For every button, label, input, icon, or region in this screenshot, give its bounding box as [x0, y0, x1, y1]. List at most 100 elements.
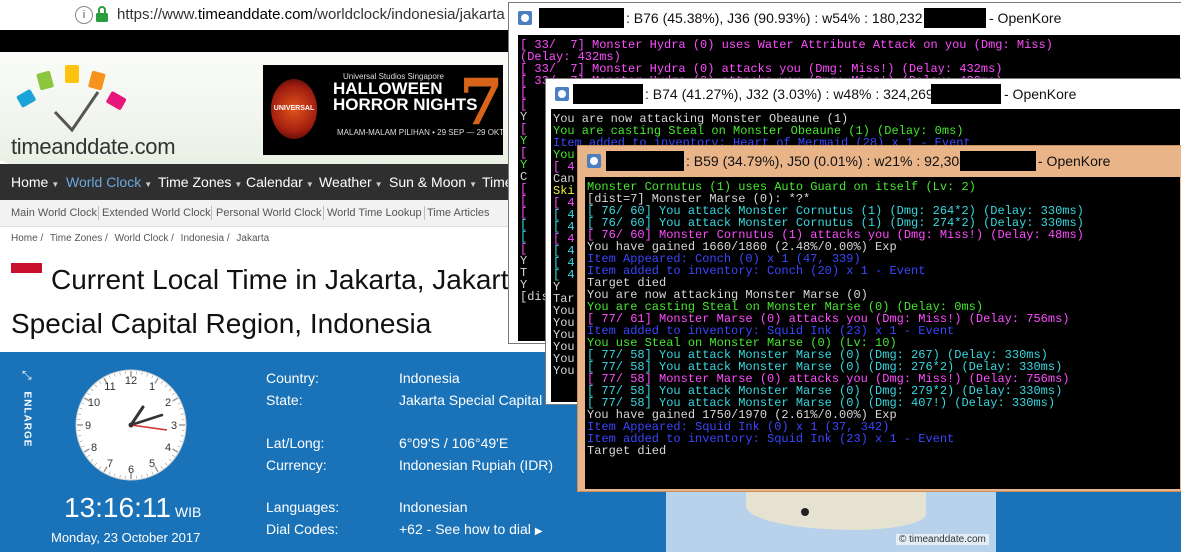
window-title-app: - OpenKore: [1004, 86, 1077, 102]
clock-number: 2: [165, 397, 171, 409]
latlong-value: 6°09'S / 106°49'E: [399, 435, 509, 451]
subnav-personal-world-clock[interactable]: Personal World Clock: [216, 200, 322, 226]
window-title-stats: : B74 (41.27%), J32 (3.03%) : w48% : 324…: [645, 86, 934, 102]
breadcrumb: Home / Time Zones / World Clock / Indone…: [11, 233, 273, 244]
caret-down-icon: ▼: [374, 180, 383, 189]
country-label: Country:: [266, 370, 319, 386]
clock-number: 7: [107, 458, 113, 470]
clock-number: 10: [88, 397, 100, 409]
info-icon[interactable]: i: [75, 6, 93, 24]
dial-codes-link[interactable]: +62 - See how to dial ▶: [399, 521, 543, 537]
subnav-main-world-clock[interactable]: Main World Clock: [11, 200, 97, 226]
console-output[interactable]: Monster Cornutus (1) uses Auto Guard on …: [585, 177, 1180, 489]
latlong-label: Lat/Long:: [266, 435, 325, 451]
banner-number: 7: [459, 65, 503, 140]
clock-number: 1: [149, 381, 155, 393]
sub-nav: Main World Clock Extended World Clock Pe…: [0, 200, 520, 227]
divider: [424, 206, 425, 220]
window-titlebar[interactable]: : B74 (41.27%), J32 (3.03%) : w48% : 324…: [546, 79, 1181, 109]
url-text[interactable]: https://www.timeanddate.com/worldclock/i…: [117, 6, 505, 23]
divider: [323, 206, 324, 220]
dial-codes-label: Dial Codes:: [266, 521, 339, 537]
languages-value: Indonesian: [399, 499, 468, 515]
current-date: Monday, 23 October 2017: [51, 530, 201, 545]
state-value: Jakarta Special Capital: [399, 392, 543, 408]
clock-number: 12: [125, 375, 137, 387]
breadcrumb-home[interactable]: Home /: [11, 233, 43, 244]
clock-number: 8: [91, 442, 97, 454]
divider: [211, 206, 212, 220]
caret-down-icon: ▼: [469, 180, 477, 189]
divider: [98, 206, 99, 220]
app-icon: [555, 87, 569, 101]
app-icon: [587, 154, 601, 168]
nav-weather[interactable]: Weather ▼: [319, 164, 383, 200]
top-strip: [0, 30, 520, 52]
panel-notch: [27, 352, 47, 354]
enlarge-label: ENLARGE: [21, 391, 33, 448]
redacted-name: [924, 8, 986, 28]
window-title-app: - OpenKore: [989, 10, 1062, 26]
openkore-window-3[interactable]: : B59 (34.79%), J50 (0.01%) : w21% : 92,…: [577, 145, 1181, 492]
window-titlebar[interactable]: : B59 (34.79%), J50 (0.01%) : w21% : 92,…: [578, 146, 1181, 176]
main-nav: Home ▼ World Clock ▼ Time Zones ▼ Calendar ▼…: [0, 164, 520, 200]
ad-banner[interactable]: UNIVERSAL STUDIOS Universal Studios Sing…: [263, 65, 503, 155]
redacted-name: [573, 84, 643, 104]
breadcrumb-time-zones[interactable]: Time Zones /: [50, 233, 108, 244]
clock-number: 9: [85, 420, 91, 432]
redacted-name: [960, 151, 1036, 171]
timezone-label: WIB: [174, 504, 202, 520]
currency-label: Currency:: [266, 457, 327, 473]
redacted-name: [606, 151, 684, 171]
clock-center: [128, 422, 134, 428]
breadcrumb-world-clock[interactable]: World Clock /: [115, 233, 174, 244]
nav-home[interactable]: Home ▼: [11, 164, 59, 200]
breadcrumb-jakarta: Jakarta: [236, 233, 270, 244]
clock-number: 6: [128, 464, 134, 476]
site-logo-text[interactable]: timeanddate.com: [11, 134, 176, 160]
app-icon: [518, 11, 532, 25]
clock-number: 3: [171, 420, 177, 432]
address-bar[interactable]: i https://www.timeanddate.com/worldclock…: [0, 0, 520, 31]
map-pin-icon: [801, 508, 809, 516]
enlarge-button[interactable]: ⤡ ENLARGE: [18, 368, 38, 458]
lock-icon: [96, 6, 108, 22]
caret-down-icon: ▼: [51, 180, 60, 189]
window-titlebar[interactable]: : B76 (45.38%), J36 (90.93%) : w54% : 18…: [509, 3, 1181, 33]
window-title-stats: : B76 (45.38%), J36 (90.93%) : w54% : 18…: [626, 10, 923, 26]
state-label: State:: [266, 392, 303, 408]
clock-number: 5: [149, 458, 155, 470]
redacted-name: [931, 84, 1001, 104]
map-credit: © timeanddate.com: [896, 534, 989, 545]
nav-calendar[interactable]: Calendar ▼: [246, 164, 314, 200]
window-title-app: - OpenKore: [1038, 153, 1111, 169]
map-land: [746, 490, 926, 530]
analog-clock: 12 1 2 3 4 5 6 7 8 9 10 11: [75, 369, 187, 481]
subnav-time-articles[interactable]: Time Articles: [427, 200, 490, 226]
window-title-stats: : B59 (34.79%), J50 (0.01%) : w21% : 92,…: [686, 153, 967, 169]
languages-label: Languages:: [266, 499, 340, 515]
clock-number: 4: [165, 442, 171, 454]
caret-down-icon: ▼: [234, 180, 243, 189]
subnav-extended-world-clock[interactable]: Extended World Clock: [102, 200, 211, 226]
location-map[interactable]: © timeanddate.com: [666, 490, 996, 552]
redacted-name: [539, 8, 624, 28]
breadcrumb-indonesia[interactable]: Indonesia /: [181, 233, 230, 244]
timeanddate-logo-icon[interactable]: [10, 62, 135, 137]
console-line: Target died: [587, 444, 667, 458]
console-line: You: [553, 364, 575, 378]
hhn-badge: UNIVERSAL STUDIOS: [271, 79, 317, 139]
caret-down-icon: ▼: [144, 180, 153, 189]
country-value: Indonesia: [399, 370, 460, 386]
banner-line2: HALLOWEEN HORROR NIGHTS: [333, 79, 478, 114]
clock-number: 11: [104, 381, 115, 393]
nav-time-zones[interactable]: Time Zones ▼: [158, 164, 242, 200]
expand-icon: ⤡: [22, 368, 32, 382]
currency-value: Indonesian Rupiah (IDR): [399, 457, 554, 473]
caret-down-icon: ▼: [305, 180, 314, 189]
nav-sun-moon[interactable]: Sun & Moon ▼: [389, 164, 477, 200]
play-arrow-icon: ▶: [534, 526, 543, 537]
subnav-world-time-lookup[interactable]: World Time Lookup: [327, 200, 422, 226]
nav-world-clock[interactable]: World Clock ▼: [66, 164, 152, 200]
digital-time: 13:16:11 WIB: [64, 492, 202, 523]
